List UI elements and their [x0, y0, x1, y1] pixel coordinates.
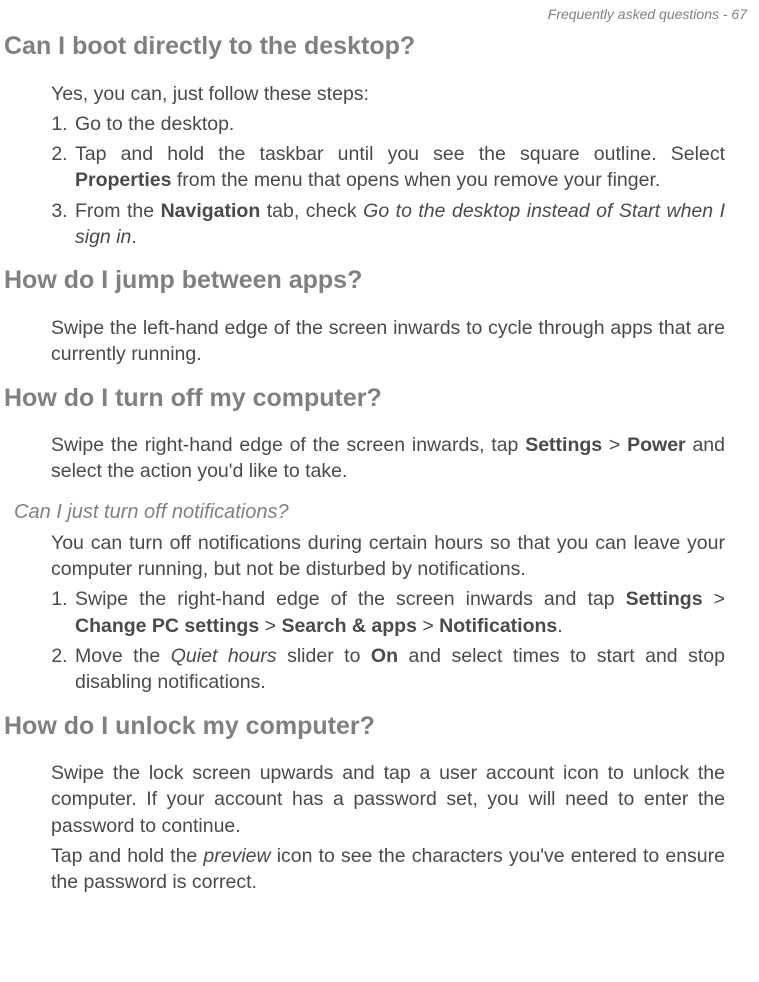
- question-unlock: How do I unlock my computer?: [4, 710, 725, 743]
- step-item: From the Navigation tab, check Go to the…: [73, 198, 725, 251]
- steps-list-boot: Go to the desktop. Tap and hold the task…: [51, 111, 725, 251]
- step-item: Move the Quiet hours slider to On and se…: [73, 643, 725, 696]
- step-item: Swipe the right-hand edge of the screen …: [73, 586, 725, 639]
- question-boot-desktop: Can I boot directly to the desktop?: [4, 30, 725, 63]
- steps-list-notifications: Swipe the right-hand edge of the screen …: [51, 586, 725, 695]
- body-text: You can turn off notifications during ce…: [51, 530, 725, 583]
- intro-text: Yes, you can, just follow these steps:: [51, 81, 725, 107]
- step-item: Go to the desktop.: [73, 111, 725, 137]
- body-text: Swipe the right-hand edge of the screen …: [51, 432, 725, 485]
- step-item: Tap and hold the taskbar until you see t…: [73, 141, 725, 194]
- question-jump-apps: How do I jump between apps?: [4, 264, 725, 297]
- body-text: Swipe the lock screen upwards and tap a …: [51, 760, 725, 839]
- body-text: Tap and hold the preview icon to see the…: [51, 843, 725, 896]
- question-turn-off: How do I turn off my computer?: [4, 382, 725, 415]
- body-text: Swipe the left-hand edge of the screen i…: [51, 315, 725, 368]
- page-content: Can I boot directly to the desktop? Yes,…: [0, 30, 759, 896]
- page-header: Frequently asked questions - 67: [0, 0, 759, 26]
- subquestion-notifications: Can I just turn off notifications?: [14, 501, 725, 524]
